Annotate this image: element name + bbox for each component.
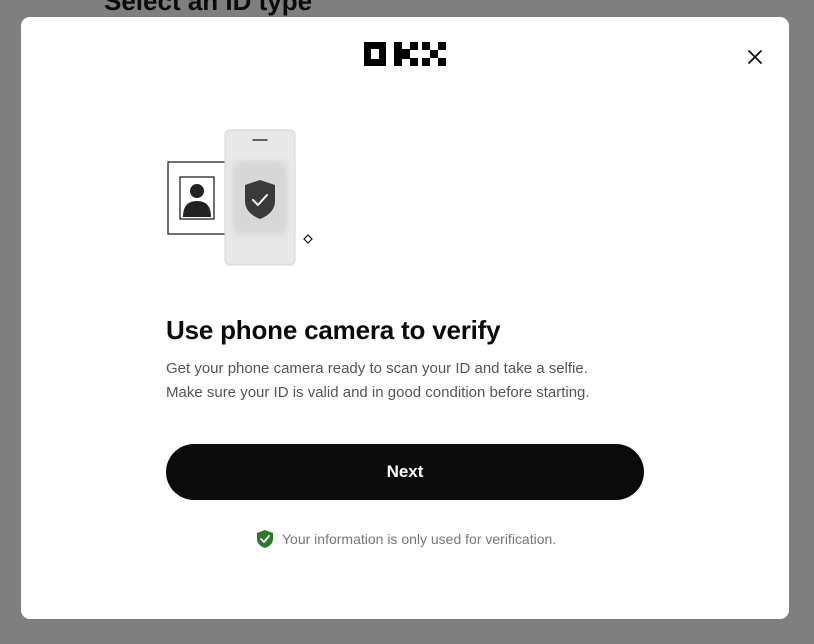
privacy-note-text: Your information is only used for verifi… bbox=[282, 531, 557, 547]
okx-logo bbox=[364, 42, 446, 66]
background-page-title: Select an ID type bbox=[104, 0, 313, 16]
next-button[interactable]: Next bbox=[166, 444, 644, 500]
description-line-1: Get your phone camera ready to scan your… bbox=[166, 360, 588, 377]
shield-check-icon bbox=[257, 530, 273, 548]
description-line-2: Make sure your ID is valid and in good c… bbox=[166, 384, 590, 401]
close-icon bbox=[748, 50, 762, 64]
camera-verification-illustration bbox=[167, 129, 317, 269]
privacy-note: Your information is only used for verifi… bbox=[256, 529, 556, 549]
verification-modal: Use phone camera to verify Get your phon… bbox=[21, 17, 789, 619]
modal-description: Get your phone camera ready to scan your… bbox=[166, 357, 686, 405]
diamond-icon bbox=[303, 234, 313, 244]
modal-title: Use phone camera to verify bbox=[166, 315, 501, 345]
close-button[interactable] bbox=[743, 45, 767, 69]
